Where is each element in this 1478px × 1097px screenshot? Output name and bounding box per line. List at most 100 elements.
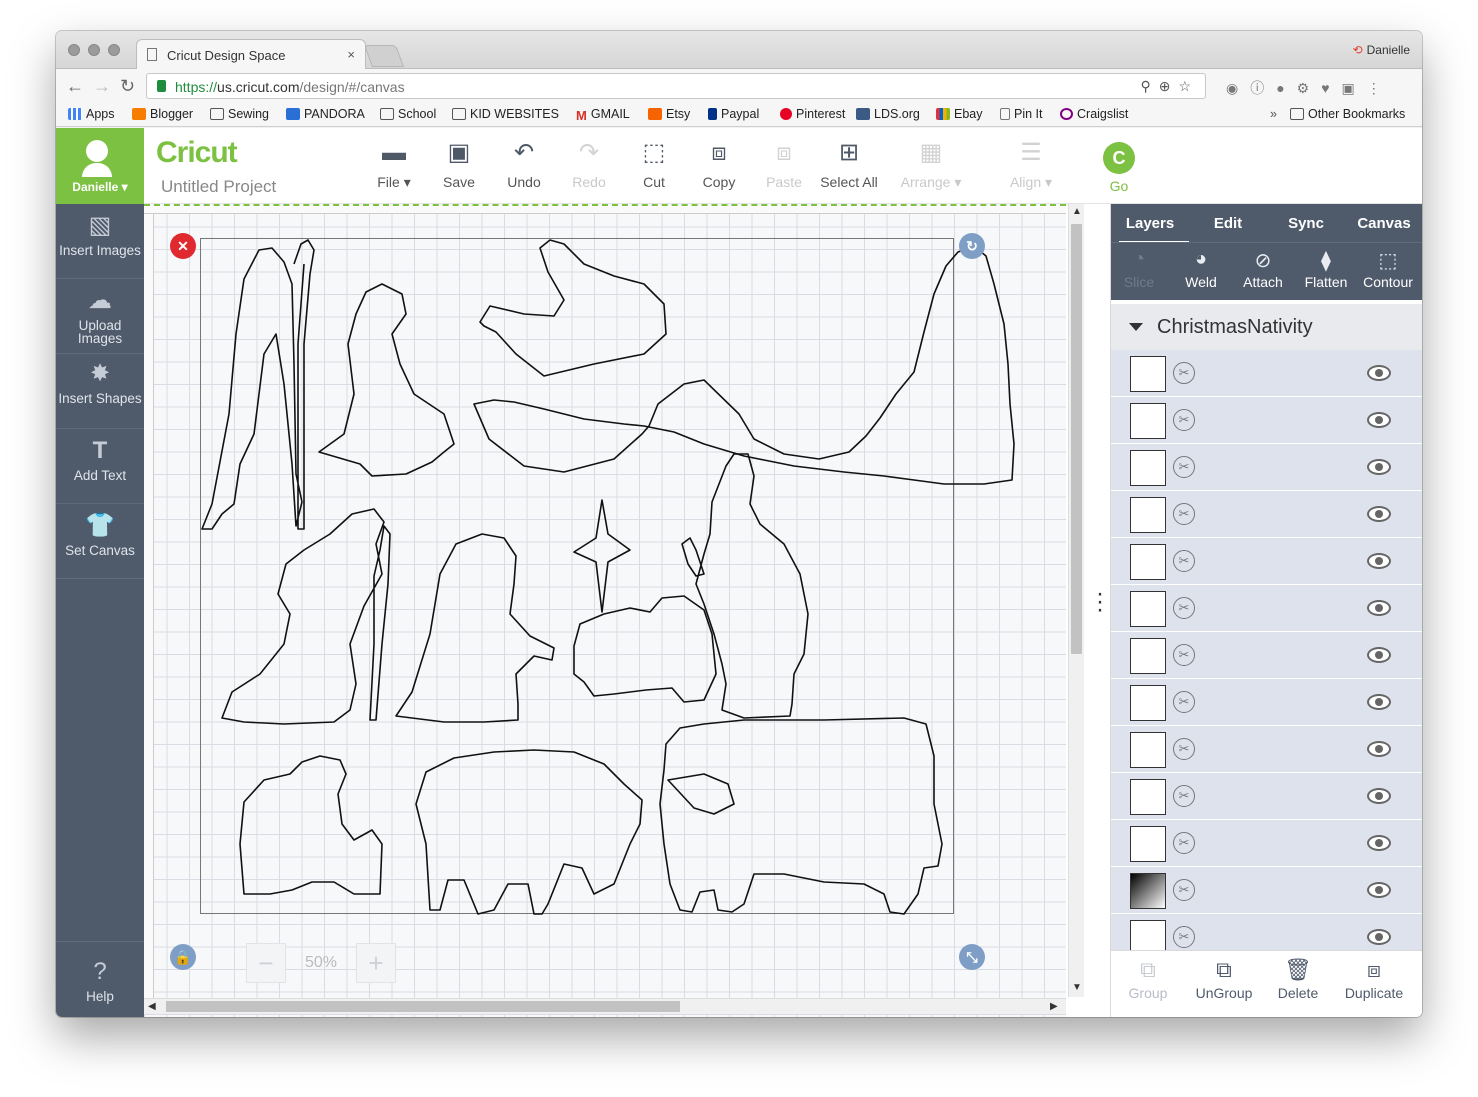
scissors-icon[interactable]: ✂ [1173, 879, 1195, 901]
scissors-icon[interactable]: ✂ [1173, 409, 1195, 431]
tab-close-icon[interactable]: × [347, 47, 355, 62]
back-arrow-icon[interactable]: ← [66, 76, 84, 97]
file-menu-button[interactable]: ▬ File ▾ [359, 138, 429, 191]
help-button[interactable]: ? Help [56, 941, 144, 1017]
visibility-eye-icon[interactable] [1367, 553, 1391, 569]
visibility-eye-icon[interactable] [1367, 365, 1391, 381]
vertical-scroll-thumb[interactable] [1071, 224, 1082, 654]
bookmark-star-icon[interactable]: ⚲⊕☆ [1140, 78, 1199, 95]
upload-images-button[interactable]: ☁ Upload Images [56, 279, 144, 354]
visibility-eye-icon[interactable] [1367, 882, 1391, 898]
bookmark-pinterest[interactable]: Pinterest [780, 107, 845, 121]
align-menu-button[interactable]: ☰ Align ▾ [996, 138, 1066, 191]
scissors-icon[interactable]: ✂ [1173, 362, 1195, 384]
tab-canvas[interactable]: Canvas [1345, 215, 1422, 232]
scissors-icon[interactable]: ✂ [1173, 926, 1195, 948]
undo-button[interactable]: ↶ Undo [489, 138, 559, 190]
visibility-eye-icon[interactable] [1367, 506, 1391, 522]
layer-row[interactable]: ✂ [1111, 444, 1422, 491]
scroll-right-arrow-icon[interactable]: ▶ [1050, 1001, 1058, 1012]
browser-tab[interactable]: Cricut Design Space × [136, 39, 366, 69]
layer-row[interactable]: ✂ [1111, 914, 1422, 950]
group-button[interactable]: ⧉ Group [1111, 957, 1185, 1001]
panel-resize-handle-icon[interactable]: · · · [1096, 582, 1104, 622]
ungroup-button[interactable]: ⧉ UnGroup [1187, 957, 1261, 1001]
select-all-button[interactable]: ⊞ Select All [814, 138, 884, 190]
layer-group-header[interactable]: ChristmasNativity [1111, 304, 1422, 350]
christmas-nativity-artwork[interactable] [144, 204, 1066, 994]
visibility-eye-icon[interactable] [1367, 929, 1391, 945]
visibility-eye-icon[interactable] [1367, 694, 1391, 710]
bookmark-kid-websites[interactable]: KID WEBSITES [452, 107, 559, 121]
cut-button[interactable]: ⬚ Cut [619, 138, 689, 190]
layer-row[interactable]: ✂ [1111, 679, 1422, 726]
layer-row[interactable]: ✂ [1111, 632, 1422, 679]
insert-images-button[interactable]: ▧ Insert Images [56, 204, 144, 279]
layer-row[interactable]: ✂ [1111, 491, 1422, 538]
scissors-icon[interactable]: ✂ [1173, 597, 1195, 619]
bookmark-pandora[interactable]: PANDORA [286, 107, 365, 121]
scroll-down-arrow-icon[interactable]: ▼ [1072, 982, 1082, 993]
tab-layers[interactable]: Layers [1111, 215, 1189, 244]
bookmark-craigslist[interactable]: Craigslist [1060, 107, 1128, 121]
go-label[interactable]: Go [1096, 178, 1142, 194]
layer-row[interactable]: ✂ [1111, 538, 1422, 585]
visibility-eye-icon[interactable] [1367, 412, 1391, 428]
flatten-button[interactable]: ⧫ Flatten [1294, 248, 1358, 290]
layer-row[interactable]: ✂ [1111, 867, 1422, 914]
horizontal-scroll-thumb[interactable] [166, 1001, 680, 1012]
visibility-eye-icon[interactable] [1367, 835, 1391, 851]
bookmark-sewing[interactable]: Sewing [210, 107, 269, 121]
reload-icon[interactable]: ↻ [120, 76, 135, 97]
layer-row[interactable]: ✂ [1111, 726, 1422, 773]
arrange-menu-button[interactable]: ▦ Arrange ▾ [896, 138, 966, 191]
scissors-icon[interactable]: ✂ [1173, 456, 1195, 478]
bookmark-paypal[interactable]: Paypal [708, 107, 759, 121]
save-button[interactable]: ▣ Save [424, 138, 494, 190]
rotate-icon[interactable]: ↻ [959, 233, 985, 259]
scissors-icon[interactable]: ✂ [1173, 503, 1195, 525]
tab-edit[interactable]: Edit [1189, 215, 1267, 232]
bookmark-etsy[interactable]: Etsy [648, 107, 690, 121]
horizontal-scrollbar[interactable]: ◀ ▶ [144, 998, 1066, 1014]
duplicate-button[interactable]: ⧈ Duplicate [1337, 957, 1411, 1001]
layer-row[interactable]: ✂ [1111, 585, 1422, 632]
scissors-icon[interactable]: ✂ [1173, 644, 1195, 666]
profile-button[interactable]: ⟲ Danielle [1353, 43, 1410, 57]
bookmark-pin-it[interactable]: Pin It [1000, 107, 1043, 121]
bookmark-other[interactable]: Other Bookmarks [1290, 107, 1405, 121]
scissors-icon[interactable]: ✂ [1173, 738, 1195, 760]
resize-icon[interactable]: ⤡ [959, 944, 985, 970]
redo-button[interactable]: ↷ Redo [554, 138, 624, 190]
maximize-window-button[interactable] [108, 44, 120, 56]
add-text-button[interactable]: T Add Text [56, 429, 144, 504]
slice-button[interactable]: ◔ Slice [1107, 248, 1171, 290]
minimize-window-button[interactable] [88, 44, 100, 56]
copy-button[interactable]: ⧈ Copy [684, 138, 754, 190]
visibility-eye-icon[interactable] [1367, 647, 1391, 663]
layer-row[interactable]: ✂ [1111, 397, 1422, 444]
layer-row[interactable]: ✂ [1111, 350, 1422, 397]
tab-sync[interactable]: Sync [1267, 215, 1345, 232]
visibility-eye-icon[interactable] [1367, 459, 1391, 475]
collapse-triangle-icon[interactable] [1129, 323, 1143, 331]
attach-button[interactable]: ⊘ Attach [1231, 248, 1295, 290]
visibility-eye-icon[interactable] [1367, 741, 1391, 757]
bookmark-blogger[interactable]: Blogger [132, 107, 193, 121]
close-window-button[interactable] [68, 44, 80, 56]
scroll-up-arrow-icon[interactable]: ▲ [1072, 206, 1082, 217]
new-tab-button[interactable] [363, 45, 405, 67]
bookmark-school[interactable]: School [380, 107, 436, 121]
scissors-icon[interactable]: ✂ [1173, 550, 1195, 572]
bookmark-overflow-icon[interactable]: » [1270, 107, 1277, 121]
contour-button[interactable]: ⬚ Contour [1356, 248, 1420, 290]
lock-proportions-icon[interactable]: 🔒 [170, 944, 196, 970]
extension-icons[interactable]: ◉ⓘ●⚙♥▣⋮ [1226, 78, 1393, 98]
delete-selection-icon[interactable]: ✕ [170, 233, 196, 259]
bookmark-gmail[interactable]: M GMAIL [576, 107, 630, 123]
vertical-scrollbar[interactable]: ▲ ▼ [1068, 204, 1084, 997]
project-title[interactable]: Untitled Project [161, 177, 276, 197]
weld-button[interactable]: ◕ Weld [1169, 248, 1233, 290]
scissors-icon[interactable]: ✂ [1173, 691, 1195, 713]
visibility-eye-icon[interactable] [1367, 600, 1391, 616]
